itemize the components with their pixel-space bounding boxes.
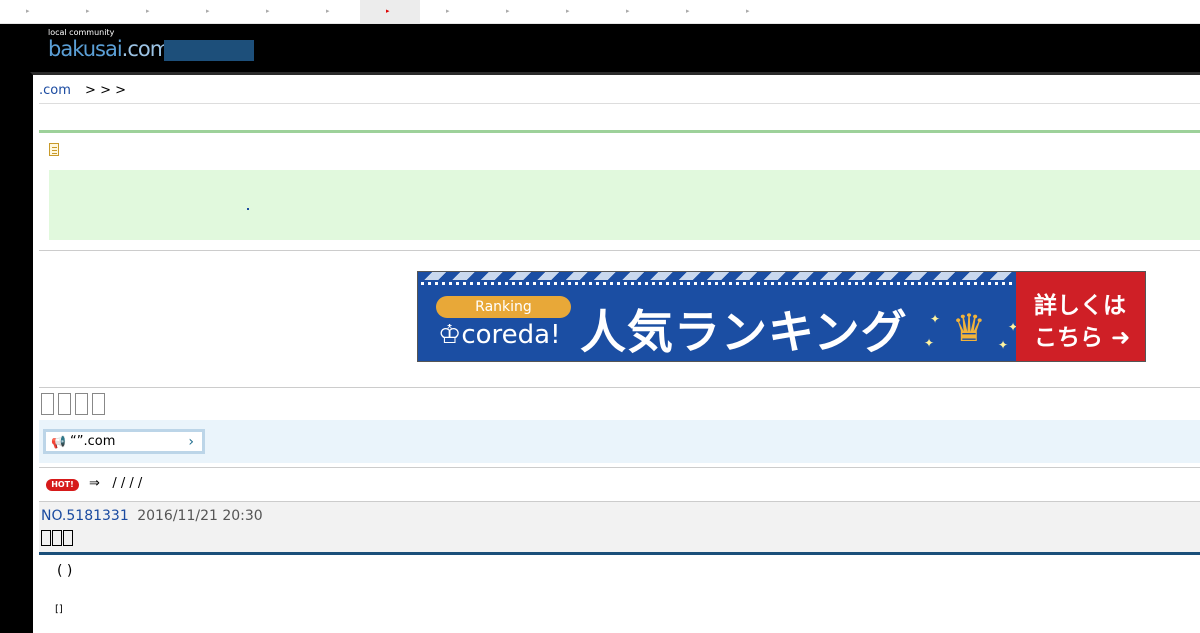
- logo-tagline: local community: [48, 28, 115, 37]
- glyph-box: [63, 530, 73, 546]
- hot-arrow: ⇒: [89, 476, 100, 491]
- glyph-box: [75, 393, 88, 415]
- banner-cta-line2-text: こちら: [1034, 325, 1103, 351]
- crown-icon: ♛: [952, 306, 987, 350]
- ranking-banner-ad[interactable]: Ranking ♔coreda! 人気ランキング ♛ ✦ ✦ ✦ ✦ 詳しくは …: [417, 271, 1146, 362]
- banner-brand: ♔coreda!: [438, 320, 561, 350]
- glyph-box: [41, 393, 54, 415]
- logo-name: bakusai.com: [48, 37, 171, 61]
- arrow-circle-icon: ➜: [1103, 325, 1131, 351]
- banner-headline: 人気ランキング: [580, 305, 908, 359]
- breadcrumb-separators: > > >: [85, 83, 126, 98]
- divider: [39, 387, 1200, 388]
- top-nav-tab[interactable]: ▸: [360, 0, 420, 23]
- crown-outline-icon: ♔: [438, 320, 462, 350]
- top-nav-tab[interactable]: ▸: [180, 0, 240, 23]
- section-heading-glyphs: [41, 393, 105, 415]
- accent-bar: [39, 130, 1200, 133]
- post-body-line1: ( ): [57, 563, 73, 579]
- triangle-right-icon: ▸: [686, 7, 690, 15]
- post-body-line2: []: [55, 604, 63, 615]
- top-nav-tab[interactable]: ▸: [720, 0, 780, 23]
- banner-stripe: [418, 272, 1016, 280]
- hot-links[interactable]: / / / /: [112, 476, 142, 491]
- post-datetime: 2016/11/21 20:30: [137, 508, 263, 524]
- triangle-right-icon: ▸: [746, 7, 750, 15]
- hot-line[interactable]: ⇒ / / / /: [89, 476, 142, 491]
- sparkle-icon: ✦: [930, 312, 941, 326]
- site-logo[interactable]: local community bakusai.com: [48, 28, 171, 61]
- banner-cta[interactable]: 詳しくは こちら ➜: [1016, 272, 1145, 361]
- chevron-right-icon: ›: [188, 434, 194, 450]
- top-nav-tab[interactable]: ▸: [0, 0, 60, 23]
- post-number[interactable]: NO.5181331: [41, 508, 129, 524]
- triangle-right-icon: ▸: [386, 7, 390, 15]
- triangle-right-icon: ▸: [206, 7, 210, 15]
- breadcrumb: .com > > >: [39, 83, 126, 98]
- triangle-right-icon: ▸: [566, 7, 570, 15]
- document-icon: [49, 143, 59, 156]
- top-nav-tab[interactable]: ▸: [420, 0, 480, 23]
- divider: [39, 250, 1200, 251]
- glyph-box: [52, 530, 62, 546]
- top-nav: ▸ ▸ ▸ ▸ ▸ ▸ ▸ ▸ ▸ ▸ ▸ ▸ ▸: [0, 0, 1200, 24]
- triangle-right-icon: ▸: [266, 7, 270, 15]
- banner-brand-text: coreda!: [461, 320, 561, 350]
- triangle-right-icon: ▸: [146, 7, 150, 15]
- banner-dots: [421, 282, 1013, 285]
- divider: [39, 467, 1200, 468]
- glyph-box: [92, 393, 105, 415]
- triangle-right-icon: ▸: [446, 7, 450, 15]
- main-content: .com > > > Ranking ♔coreda! 人気ランキング ♛ ✦ …: [30, 72, 1200, 633]
- logo-name-part1: bakusai: [48, 37, 123, 61]
- breadcrumb-home-link[interactable]: .com: [39, 83, 71, 98]
- info-dot: [247, 208, 249, 210]
- triangle-right-icon: ▸: [506, 7, 510, 15]
- header-blue-block[interactable]: [164, 40, 254, 61]
- megaphone-icon: 📢: [51, 435, 66, 449]
- notice-text: “”.com: [70, 434, 116, 449]
- triangle-right-icon: ▸: [326, 7, 330, 15]
- triangle-right-icon: ▸: [626, 7, 630, 15]
- top-nav-tab[interactable]: ▸: [120, 0, 180, 23]
- top-nav-tab[interactable]: ▸: [300, 0, 360, 23]
- post-title-glyphs: [41, 530, 73, 546]
- sparkle-icon: ✦: [998, 338, 1009, 352]
- post-title-underline: [39, 552, 1200, 555]
- triangle-right-icon: ▸: [26, 7, 30, 15]
- top-nav-tab[interactable]: ▸: [240, 0, 300, 23]
- banner-ranking-pill: Ranking: [436, 296, 571, 318]
- top-nav-tab[interactable]: ▸: [660, 0, 720, 23]
- glyph-box: [41, 530, 51, 546]
- notice-band: [39, 420, 1200, 463]
- top-nav-tab[interactable]: ▸: [540, 0, 600, 23]
- top-nav-tab[interactable]: ▸: [480, 0, 540, 23]
- top-nav-tab[interactable]: ▸: [60, 0, 120, 23]
- info-panel: [49, 170, 1200, 240]
- sparkle-icon: ✦: [924, 336, 935, 350]
- logo-name-part2: .com: [121, 37, 171, 61]
- divider: [39, 103, 1200, 104]
- top-nav-tab[interactable]: ▸: [600, 0, 660, 23]
- hot-badge: HOT!: [46, 479, 79, 491]
- banner-cta-line1: 詳しくは: [1034, 293, 1126, 319]
- glyph-box: [58, 393, 71, 415]
- notice-link[interactable]: 📢 “”.com ›: [43, 429, 205, 454]
- banner-cta-line2: こちら ➜: [1034, 318, 1130, 352]
- post-meta: NO.5181331 2016/11/21 20:30: [41, 508, 263, 524]
- triangle-right-icon: ▸: [86, 7, 90, 15]
